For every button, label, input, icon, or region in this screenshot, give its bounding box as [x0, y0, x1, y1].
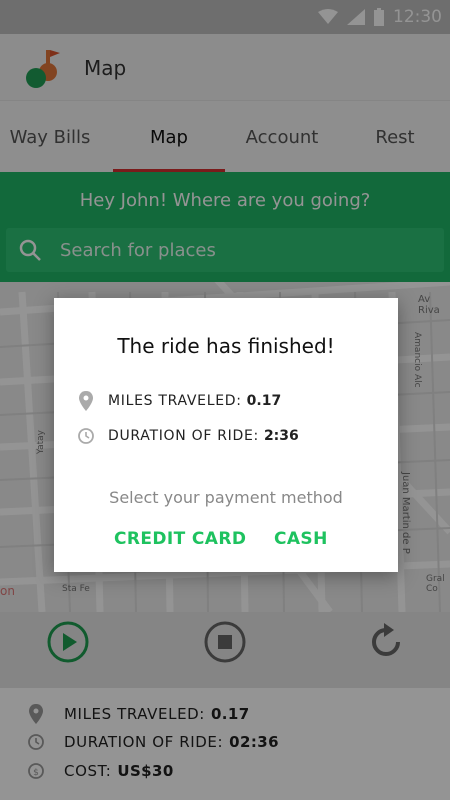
dialog-miles-row: MILES TRAVELED: 0.17	[78, 390, 281, 412]
dialog-title: The ride has finished!	[117, 334, 335, 358]
dialog-miles-value: 0.17	[246, 393, 282, 409]
dialog-duration-value: 2:36	[263, 428, 299, 444]
cash-button[interactable]: CASH	[274, 526, 328, 552]
payment-prompt: Select your payment method	[109, 488, 343, 507]
location-pin-icon	[79, 391, 93, 411]
dialog-duration-label: DURATION OF RIDE:	[108, 428, 259, 444]
ride-finished-dialog: The ride has finished! MILES TRAVELED: 0…	[54, 298, 398, 572]
dialog-duration-row: DURATION OF RIDE: 2:36	[78, 425, 299, 447]
clock-icon	[78, 428, 94, 444]
credit-card-button[interactable]: CREDIT CARD	[114, 526, 246, 552]
dialog-miles-label: MILES TRAVELED:	[108, 393, 242, 409]
